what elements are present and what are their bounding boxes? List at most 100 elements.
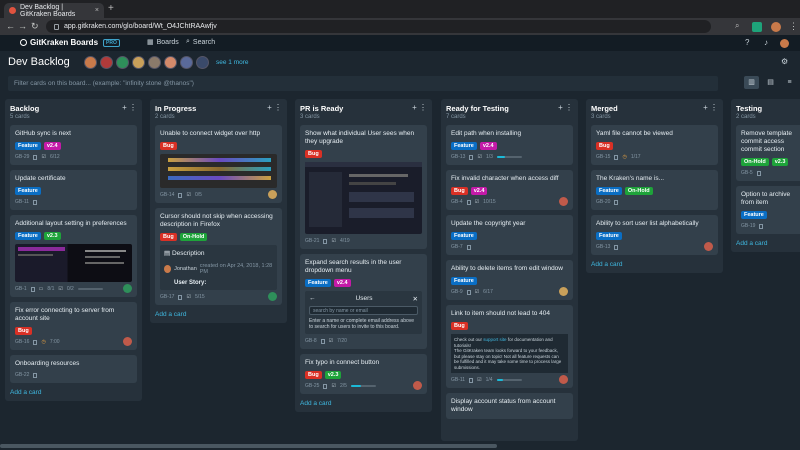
card[interactable]: Link to item should not lead to 404 Bug … [446, 305, 573, 388]
column-actions[interactable]: + ⋮ [267, 103, 282, 112]
tab-close-icon[interactable]: × [95, 7, 99, 14]
column-actions[interactable]: + ⋮ [703, 103, 718, 112]
board-settings-gear-icon[interactable]: ⚙ [781, 57, 788, 66]
member-avatar[interactable] [148, 56, 161, 69]
card[interactable]: Unable to connect widget over http Bug G… [155, 125, 282, 203]
timeline-view-icon[interactable]: ≡ [782, 76, 797, 89]
add-card-button[interactable]: Add a card [300, 400, 427, 407]
card[interactable]: Expand search results in the user dropdo… [300, 254, 427, 349]
filter-input[interactable]: Filter cards on this board... (example: … [8, 76, 718, 91]
column-title: Ready for Testing [446, 104, 509, 113]
card[interactable]: GitHub sync is next Feature v2.4 GB-29 ☑ 6/… [10, 125, 137, 165]
card[interactable]: Additional layout setting in preferences… [10, 215, 137, 297]
app-logo[interactable]: GitKraken Boards PRO [20, 38, 120, 47]
board-view-icon[interactable]: ▥ [744, 76, 759, 89]
card-id: GB-14 [160, 192, 175, 198]
nav-boards-label: Boards [156, 38, 179, 46]
reload-icon[interactable]: ↻ [31, 21, 39, 32]
member-avatar[interactable] [164, 56, 177, 69]
checklist-count: 4/19 [339, 238, 350, 244]
card[interactable]: Cursor should not skip when accessing de… [155, 208, 282, 305]
add-card-button[interactable]: Add a card [10, 389, 137, 396]
add-card-button[interactable]: Add a card [591, 261, 718, 268]
users-search-input: search by name or email [309, 306, 418, 315]
member-avatar[interactable] [84, 56, 97, 69]
horizontal-scrollbar[interactable] [0, 442, 800, 450]
see-more-members-link[interactable]: see 1 more [216, 59, 249, 66]
member-avatar[interactable] [180, 56, 193, 69]
column-actions[interactable]: + ⋮ [558, 103, 573, 112]
card-assignee-avatar[interactable] [268, 292, 277, 301]
card-title: Fix error connecting to server from acco… [15, 307, 115, 322]
card[interactable]: The Kraken's name is... Feature On-Hold G… [591, 170, 718, 210]
checklist-icon: ☑ [58, 286, 63, 292]
add-card-button[interactable]: Add a card [155, 311, 282, 318]
calendar-view-icon[interactable]: ▤ [763, 76, 778, 89]
card[interactable]: Onboarding resources GB-22 [10, 355, 137, 383]
member-avatar[interactable] [132, 56, 145, 69]
profile-avatar[interactable] [771, 22, 781, 32]
browser-tab[interactable]: Dev Backlog | GitKraken Boards × [4, 3, 104, 18]
card[interactable]: Edit path when installing Feature v2.4 GB… [446, 125, 573, 165]
label-feature: Feature [451, 142, 477, 150]
description-icon [323, 238, 328, 244]
member-avatar[interactable] [100, 56, 113, 69]
label-bug: Bug [160, 233, 177, 241]
help-icon[interactable]: ? [745, 38, 749, 47]
gitkraken-favicon-icon [9, 7, 16, 14]
notification-bell-icon[interactable]: ♪ [764, 38, 768, 47]
forward-icon[interactable]: → [18, 21, 27, 32]
checklist-icon: ☑ [186, 192, 191, 198]
member-avatar[interactable] [196, 56, 209, 69]
nav-search[interactable]: ⌕ Search [186, 38, 215, 46]
label-v24: v2.4 [470, 187, 488, 195]
card[interactable]: Update the copyright year Feature GB-7 [446, 215, 573, 255]
board-header: Dev Backlog see 1 more ⚙ [0, 51, 800, 75]
add-card-button[interactable]: Add a card [736, 240, 795, 247]
card[interactable]: Ability to sort user list alphabetically… [591, 215, 718, 255]
card[interactable]: Update certificate Feature GB-11 [10, 170, 137, 210]
card[interactable]: Yaml file cannot be viewed Bug GB-15 ◷ 1/1… [591, 125, 718, 165]
card-assignee-avatar[interactable] [559, 375, 568, 384]
column-actions[interactable]: + ⋮ [122, 103, 137, 112]
column-title: Backlog [10, 104, 40, 113]
card[interactable]: Display account status from account wind… [446, 393, 573, 419]
card-notice-preview: Check out our support site for documenta… [451, 334, 568, 373]
scrollbar-thumb[interactable] [0, 444, 497, 448]
checklist-icon: ☑ [474, 289, 480, 295]
card[interactable]: Show what individual User sees when they… [300, 125, 427, 249]
card[interactable]: Fix error connecting to server from acco… [10, 302, 137, 350]
address-bar[interactable]: app.gitkraken.com/glo/board/Wt_O4JChtRAA… [46, 20, 711, 33]
nav-boards[interactable]: ▦ Boards [147, 38, 179, 47]
card-title: Fix typo in connect button [305, 359, 380, 366]
card-assignee-avatar[interactable] [704, 242, 713, 251]
browser-menu-icon[interactable]: ⋮ [789, 21, 798, 32]
column-in-progress: In Progress 2 cards + ⋮ Unable to connec… [150, 99, 287, 323]
commenter-avatar [164, 265, 172, 273]
card-id: GB-1 [15, 286, 27, 292]
extension-icon[interactable] [752, 22, 762, 32]
card-assignee-avatar[interactable] [123, 284, 132, 293]
card-screenshot-thumbnail [15, 244, 132, 282]
card[interactable]: Fix typo in connect button Bug v2.3 GB-25… [300, 354, 427, 394]
card-assignee-avatar[interactable] [559, 287, 568, 296]
card-assignee-avatar[interactable] [123, 337, 132, 346]
new-tab-icon[interactable]: + [108, 3, 114, 15]
card[interactable]: Ability to delete items from edit window… [446, 260, 573, 300]
card[interactable]: Fix invalid character when access diff B… [446, 170, 573, 210]
card-id: GB-4 [451, 199, 463, 205]
card[interactable]: Option to archive from item Feature GB-1… [736, 186, 800, 234]
card-assignee-avatar[interactable] [559, 197, 568, 206]
card-assignee-avatar[interactable] [413, 381, 422, 390]
card-assignee-avatar[interactable] [268, 190, 277, 199]
due-date-clock-icon: ◷ [41, 339, 46, 345]
member-avatar[interactable] [116, 56, 129, 69]
column-pr-is-ready: PR is Ready 3 cards + ⋮ Show what indivi… [295, 99, 432, 412]
card[interactable]: Remove template commit access commit sec… [736, 125, 800, 181]
back-icon[interactable]: ← [6, 21, 15, 32]
user-avatar[interactable] [780, 39, 789, 48]
created-date: created on Apr 24, 2018, 1:28 PM [199, 263, 273, 275]
search-icon[interactable]: ⌕ [735, 21, 745, 31]
label-bug: Bug [451, 322, 468, 330]
column-actions[interactable]: + ⋮ [412, 103, 427, 112]
